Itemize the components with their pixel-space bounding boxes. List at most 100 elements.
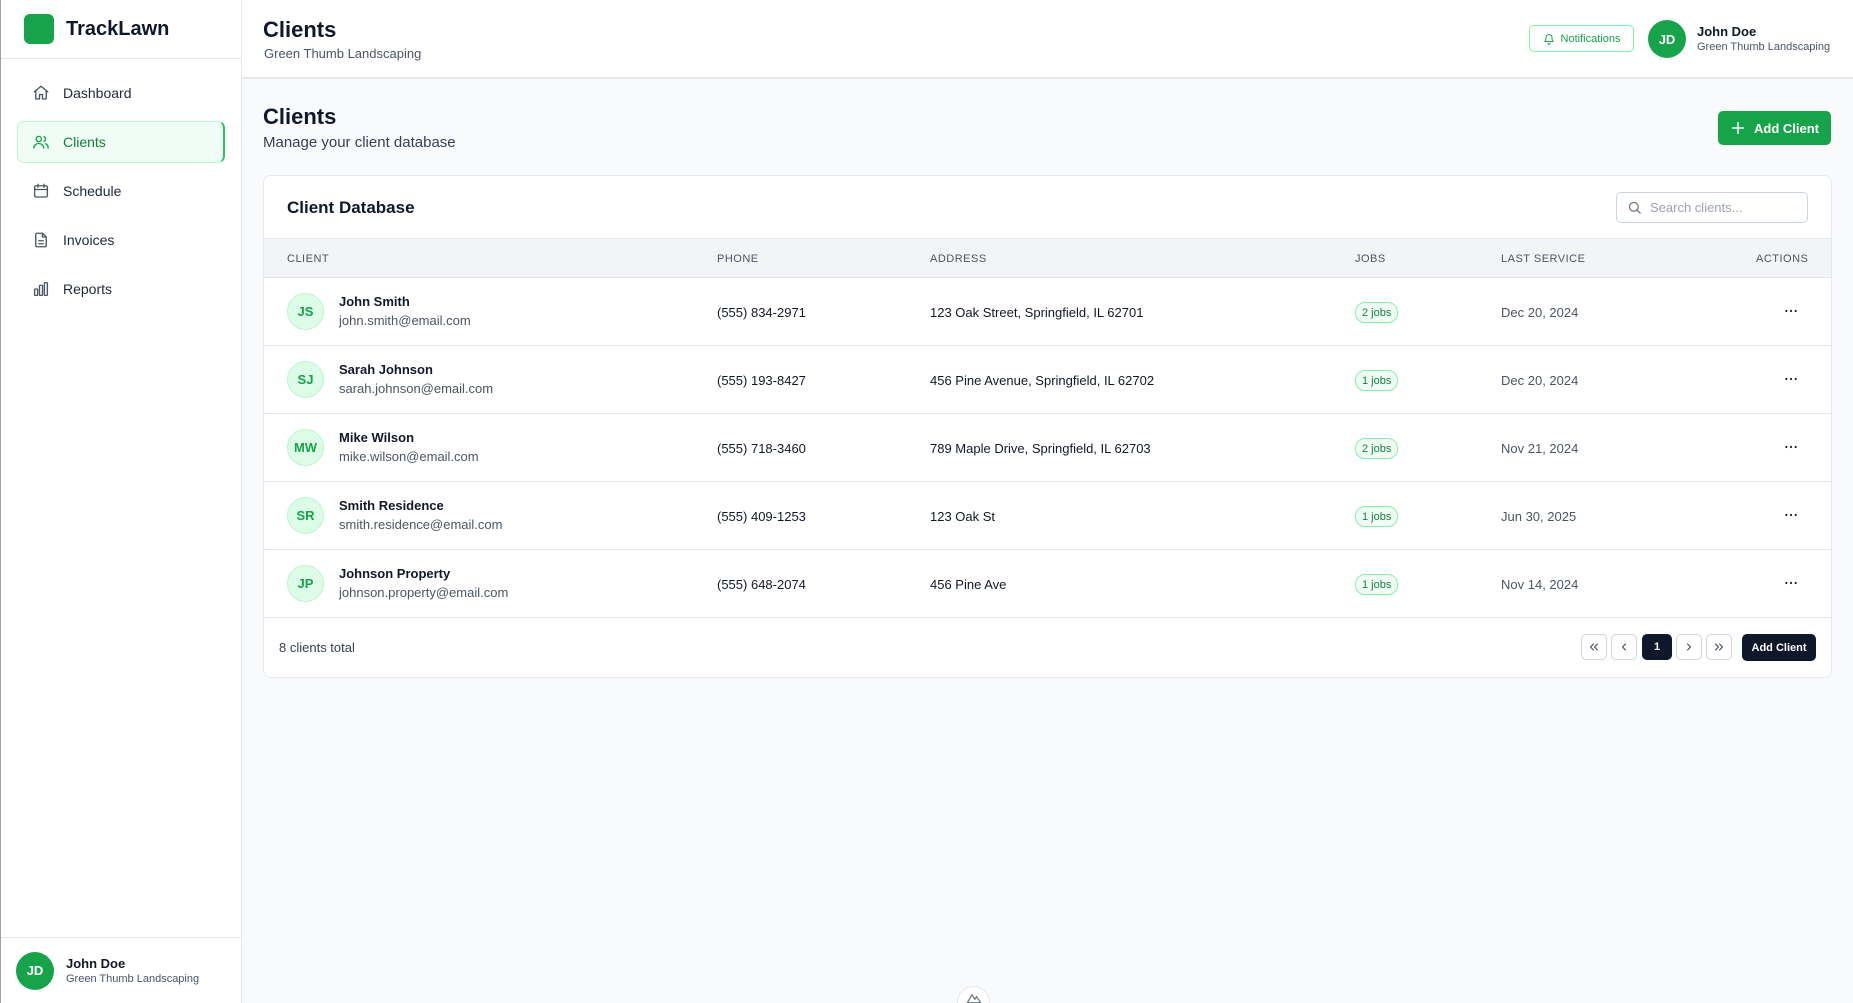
jobs-badge: 2 jobs xyxy=(1355,438,1399,459)
page-number-button[interactable]: 1 xyxy=(1642,634,1672,660)
add-client-button[interactable]: Add Client xyxy=(1718,111,1831,145)
client-address: 456 Pine Ave xyxy=(930,577,1007,592)
sidebar-item-clients[interactable]: Clients xyxy=(17,121,225,163)
more-horizontal-icon xyxy=(1785,513,1797,517)
sidebar-nav: Dashboard Clients Schedule Invoices Repo… xyxy=(1,59,241,330)
search-icon xyxy=(1628,201,1641,214)
user-name: John Doe xyxy=(66,956,126,971)
client-email: mike.wilson@email.com xyxy=(339,449,479,464)
chevron-right-icon xyxy=(1687,643,1691,651)
client-email: john.smith@email.com xyxy=(339,313,471,328)
table-row[interactable]: SR Smith Residence smith.residence@email… xyxy=(264,482,1831,550)
column-header: ADDRESS xyxy=(930,253,987,265)
search-box[interactable] xyxy=(1616,192,1808,223)
column-header: ACTIONS xyxy=(1756,253,1809,265)
last-service: Nov 21, 2024 xyxy=(1501,441,1579,456)
mountain-icon xyxy=(966,994,981,1003)
previous-page-button[interactable] xyxy=(1611,634,1637,660)
client-phone: (555) 193-8427 xyxy=(717,373,806,388)
avatar[interactable]: JD xyxy=(1648,20,1686,58)
dev-toolbar-toggle[interactable] xyxy=(957,986,990,1003)
bar-chart-icon xyxy=(32,280,50,298)
card-title: Client Database xyxy=(287,198,415,217)
more-actions-button[interactable] xyxy=(1778,570,1804,596)
clients-total: 8 clients total xyxy=(279,640,355,655)
sidebar-item-invoices[interactable]: Invoices xyxy=(17,219,225,261)
first-page-button[interactable] xyxy=(1581,634,1607,660)
table-row[interactable]: JS John Smith john.smith@email.com (555)… xyxy=(264,278,1831,346)
last-service: Dec 20, 2024 xyxy=(1501,305,1579,320)
client-phone: (555) 648-2074 xyxy=(717,577,806,592)
chevrons-right-icon xyxy=(1715,643,1723,651)
client-name: Sarah Johnson xyxy=(339,362,433,377)
user-name: John Doe xyxy=(1697,24,1757,39)
last-page-button[interactable] xyxy=(1706,634,1732,660)
plus-icon xyxy=(1731,121,1745,135)
sidebar-item-dashboard[interactable]: Dashboard xyxy=(17,72,225,114)
user-org: Green Thumb Landscaping xyxy=(66,973,200,985)
notifications-label: Notifications xyxy=(1560,32,1621,45)
client-phone: (555) 409-1253 xyxy=(717,509,806,524)
notifications-button[interactable]: Notifications xyxy=(1529,25,1634,52)
page-title: Clients xyxy=(263,104,337,129)
more-horizontal-icon xyxy=(1785,309,1797,313)
client-avatar: JS xyxy=(287,293,324,330)
client-address: 123 Oak St xyxy=(930,509,996,524)
sidebar-item-label: Reports xyxy=(63,281,113,297)
client-avatar: MW xyxy=(287,429,324,466)
home-icon xyxy=(32,84,50,102)
chevrons-left-icon xyxy=(1590,643,1598,651)
more-actions-button[interactable] xyxy=(1778,298,1804,324)
next-page-button[interactable] xyxy=(1676,634,1702,660)
table-header: CLIENT PHONE ADDRESS JOBS LAST SERVICE A… xyxy=(264,238,1831,278)
column-header: LAST SERVICE xyxy=(1501,253,1586,265)
client-email: sarah.johnson@email.com xyxy=(339,381,494,396)
jobs-badge: 1 jobs xyxy=(1355,370,1399,391)
sidebar-user[interactable]: JD John Doe Green Thumb Landscaping xyxy=(1,937,242,1003)
more-actions-button[interactable] xyxy=(1778,434,1804,460)
client-database-card: Client Database CLIENT PHONE ADDRESS JOB… xyxy=(263,175,1832,678)
client-email: smith.residence@email.com xyxy=(339,517,503,532)
add-client-footer-button[interactable]: Add Client xyxy=(1742,634,1816,661)
brand[interactable]: TrackLawn xyxy=(1,0,241,59)
jobs-badge: 2 jobs xyxy=(1355,302,1399,323)
more-horizontal-icon xyxy=(1785,581,1797,585)
client-address: 123 Oak Street, Springfield, IL 62701 xyxy=(930,305,1144,320)
file-icon xyxy=(32,231,50,249)
client-avatar: JP xyxy=(287,565,324,602)
header-user[interactable]: John Doe Green Thumb Landscaping xyxy=(1697,24,1830,53)
last-service: Jun 30, 2025 xyxy=(1501,509,1577,524)
client-address: 456 Pine Avenue, Springfield, IL 62702 xyxy=(930,373,1155,388)
last-service: Nov 14, 2024 xyxy=(1501,577,1579,592)
more-horizontal-icon xyxy=(1785,445,1797,449)
table-row[interactable]: JP Johnson Property johnson.property@ema… xyxy=(264,550,1831,618)
logo-icon xyxy=(24,14,54,44)
add-client-label: Add Client xyxy=(1754,120,1819,136)
users-icon xyxy=(32,133,50,151)
sidebar-item-label: Clients xyxy=(63,134,106,150)
client-email: johnson.property@email.com xyxy=(339,585,509,600)
header-subtitle: Green Thumb Landscaping xyxy=(264,46,422,61)
top-header: Clients Green Thumb Landscaping Notifica… xyxy=(242,0,1853,79)
sidebar-item-schedule[interactable]: Schedule xyxy=(17,170,225,212)
client-avatar: SR xyxy=(287,497,324,534)
more-actions-button[interactable] xyxy=(1778,366,1804,392)
table-row[interactable]: SJ Sarah Johnson sarah.johnson@email.com… xyxy=(264,346,1831,414)
chevron-left-icon xyxy=(1622,643,1626,651)
client-phone: (555) 718-3460 xyxy=(717,441,806,456)
jobs-badge: 1 jobs xyxy=(1355,574,1399,595)
search-input[interactable] xyxy=(1650,200,1800,215)
user-org: Green Thumb Landscaping xyxy=(1697,41,1831,53)
sidebar-item-reports[interactable]: Reports xyxy=(17,268,225,310)
table-row[interactable]: MW Mike Wilson mike.wilson@email.com (55… xyxy=(264,414,1831,482)
jobs-badge: 1 jobs xyxy=(1355,506,1399,527)
header-title: Clients xyxy=(263,17,337,42)
more-actions-button[interactable] xyxy=(1778,502,1804,528)
column-header: CLIENT xyxy=(287,253,330,265)
page-subtitle: Manage your client database xyxy=(263,134,456,151)
column-header: JOBS xyxy=(1355,253,1386,265)
client-name: Mike Wilson xyxy=(339,430,415,445)
client-avatar: SJ xyxy=(287,361,324,398)
calendar-icon xyxy=(32,182,50,200)
client-name: Johnson Property xyxy=(339,566,451,581)
